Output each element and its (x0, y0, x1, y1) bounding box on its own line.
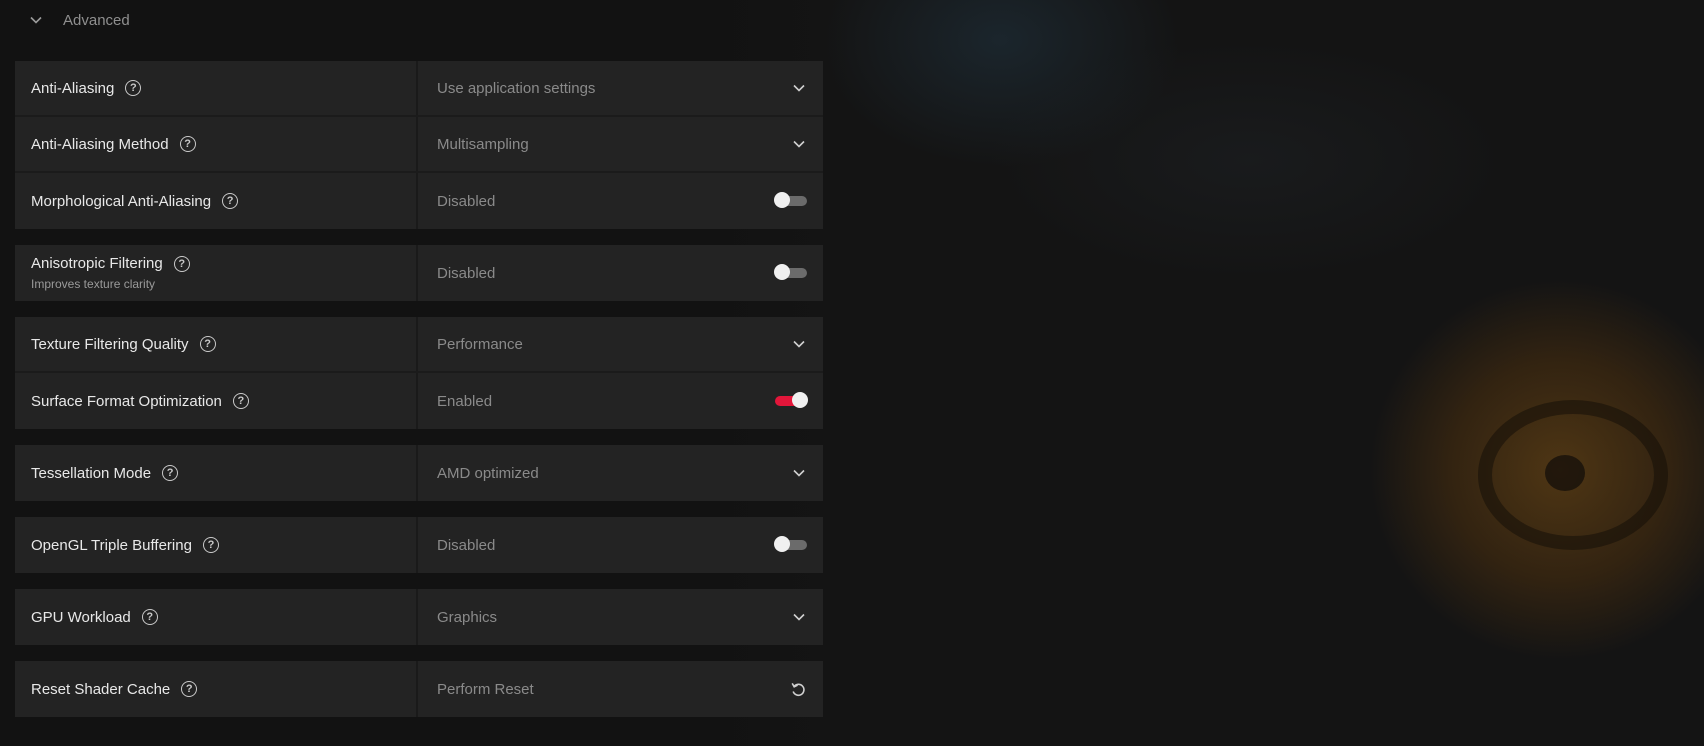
toggle-knob (792, 392, 808, 408)
setting-row-morphological-anti-aliasing: Morphological Anti-Aliasing ? Disabled (15, 173, 823, 229)
setting-label: Anti-Aliasing (31, 79, 115, 97)
settings-group: GPU Workload ? Graphics (15, 589, 823, 645)
advanced-section-toggle[interactable]: Advanced (15, 0, 823, 40)
settings-groups: Anti-Aliasing ? Use application settings… (15, 61, 823, 717)
setting-label-cell: GPU Workload ? (15, 589, 418, 645)
toggle-knob (774, 536, 790, 552)
help-icon[interactable]: ? (199, 336, 216, 352)
gpu-workload-dropdown[interactable]: Graphics (418, 589, 823, 645)
toggle-state-text: Disabled (437, 264, 496, 282)
tessellation-mode-dropdown[interactable]: AMD optimized (418, 445, 823, 501)
anisotropic-filtering-toggle-cell: Disabled (418, 245, 823, 301)
chevron-down-icon (791, 136, 807, 152)
chevron-down-icon (791, 609, 807, 625)
setting-row-surface-format-optimization: Surface Format Optimization ? Enabled (15, 373, 823, 429)
setting-label: OpenGL Triple Buffering (31, 536, 192, 554)
help-icon[interactable]: ? (202, 537, 219, 553)
setting-row-anisotropic-filtering: Anisotropic Filtering ? Improves texture… (15, 245, 823, 301)
setting-sublabel: Improves texture clarity (31, 277, 156, 291)
settings-group: Anisotropic Filtering ? Improves texture… (15, 245, 823, 301)
help-icon[interactable]: ? (173, 255, 190, 272)
perform-reset-button[interactable]: Perform Reset (418, 661, 823, 717)
setting-label-cell: OpenGL Triple Buffering ? (15, 517, 418, 573)
setting-label: Reset Shader Cache (31, 680, 171, 698)
help-icon[interactable]: ? (162, 465, 179, 481)
setting-label-cell: Anti-Aliasing ? (15, 61, 418, 115)
anti-aliasing-dropdown[interactable]: Use application settings (418, 61, 823, 115)
setting-label-cell: Surface Format Optimization ? (15, 373, 418, 429)
setting-row-anti-aliasing: Anti-Aliasing ? Use application settings (15, 61, 823, 117)
setting-row-opengl-triple-buffering: OpenGL Triple Buffering ? Disabled (15, 517, 823, 573)
background-eye-center (1545, 455, 1585, 491)
setting-label: Surface Format Optimization (31, 392, 222, 410)
dropdown-value: Graphics (437, 608, 498, 626)
setting-label-cell: Tessellation Mode ? (15, 445, 418, 501)
setting-label: Tessellation Mode (31, 464, 152, 482)
morphological-anti-aliasing-toggle-cell: Disabled (418, 173, 823, 229)
dropdown-value: Multisampling (437, 135, 529, 153)
help-icon[interactable]: ? (141, 609, 158, 625)
dropdown-value: AMD optimized (437, 464, 539, 482)
toggle-state-text: Disabled (437, 192, 496, 210)
chevron-down-icon (791, 465, 807, 481)
chevron-down-icon (29, 13, 43, 27)
toggle-knob (774, 192, 790, 208)
texture-filtering-quality-dropdown[interactable]: Performance (418, 317, 823, 371)
surface-format-optimization-toggle[interactable] (775, 392, 808, 408)
opengl-triple-buffering-toggle[interactable] (774, 536, 807, 552)
setting-row-gpu-workload: GPU Workload ? Graphics (15, 589, 823, 645)
setting-label: Texture Filtering Quality (31, 335, 189, 353)
setting-row-anti-aliasing-method: Anti-Aliasing Method ? Multisampling (15, 117, 823, 173)
help-icon[interactable]: ? (232, 393, 249, 409)
setting-label-cell: Anti-Aliasing Method ? (15, 117, 418, 171)
setting-label: Anti-Aliasing Method (31, 135, 169, 153)
chevron-down-icon (791, 336, 807, 352)
help-icon[interactable]: ? (222, 193, 239, 209)
setting-row-reset-shader-cache: Reset Shader Cache ? Perform Reset (15, 661, 823, 717)
settings-group: Reset Shader Cache ? Perform Reset (15, 661, 823, 717)
reset-label: Perform Reset (437, 680, 534, 698)
dropdown-value: Use application settings (437, 79, 596, 97)
setting-row-texture-filtering-quality: Texture Filtering Quality ? Performance (15, 317, 823, 373)
setting-label: Anisotropic Filtering (31, 255, 163, 272)
anti-aliasing-method-dropdown[interactable]: Multisampling (418, 117, 823, 171)
settings-group: Tessellation Mode ? AMD optimized (15, 445, 823, 501)
setting-row-tessellation-mode: Tessellation Mode ? AMD optimized (15, 445, 823, 501)
opengl-triple-buffering-toggle-cell: Disabled (418, 517, 823, 573)
dropdown-value: Performance (437, 335, 523, 353)
morphological-anti-aliasing-toggle[interactable] (774, 192, 807, 208)
toggle-knob (774, 264, 790, 280)
help-icon[interactable]: ? (179, 136, 196, 152)
anisotropic-filtering-toggle[interactable] (774, 264, 807, 280)
settings-group: OpenGL Triple Buffering ? Disabled (15, 517, 823, 573)
help-icon[interactable]: ? (125, 80, 142, 96)
setting-label: Morphological Anti-Aliasing (31, 192, 212, 210)
settings-group: Anti-Aliasing ? Use application settings… (15, 61, 823, 229)
setting-label-cell: Reset Shader Cache ? (15, 661, 418, 717)
reset-icon (789, 680, 807, 698)
settings-panel: Advanced Anti-Aliasing ? Use application… (15, 0, 823, 733)
settings-group: Texture Filtering Quality ? Performance … (15, 317, 823, 429)
section-title: Advanced (63, 11, 130, 29)
toggle-state-text: Disabled (437, 536, 496, 554)
setting-label-cell: Texture Filtering Quality ? (15, 317, 418, 371)
help-icon[interactable]: ? (181, 681, 198, 697)
setting-label-cell: Anisotropic Filtering ? Improves texture… (15, 245, 418, 301)
toggle-state-text: Enabled (437, 392, 493, 410)
setting-label-cell: Morphological Anti-Aliasing ? (15, 173, 418, 229)
setting-label: GPU Workload (31, 608, 131, 626)
chevron-down-icon (791, 80, 807, 96)
surface-format-optimization-toggle-cell: Enabled (418, 373, 823, 429)
